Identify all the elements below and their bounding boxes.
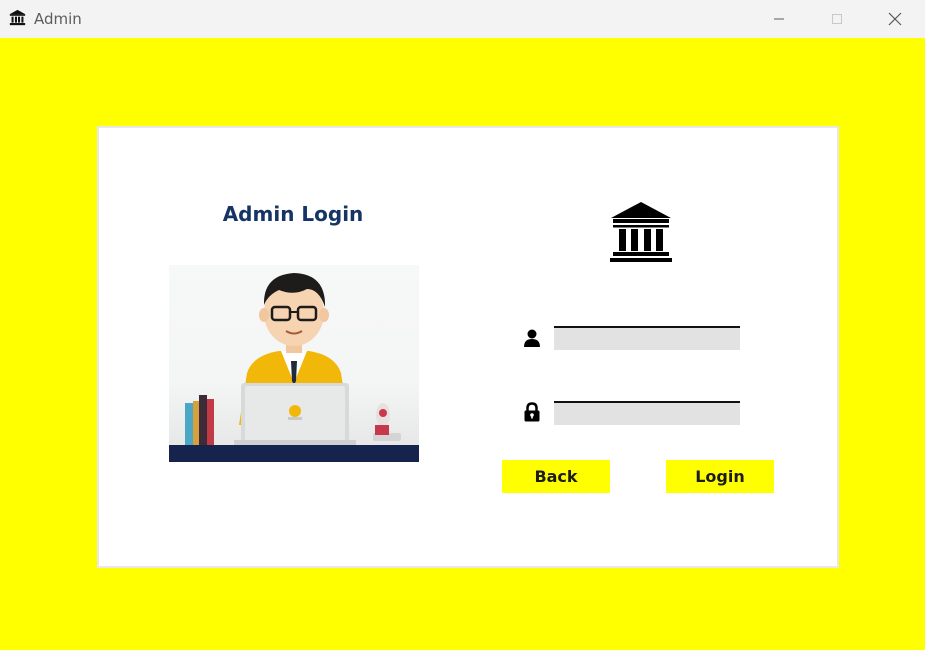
admin-at-laptop-illustration: [169, 265, 419, 462]
window-title: Admin: [34, 10, 82, 28]
bank-icon: [9, 9, 26, 26]
window-content: Admin Login Back Login: [0, 38, 925, 650]
password-field[interactable]: [554, 401, 740, 425]
username-field[interactable]: [554, 326, 740, 350]
minimize-icon: [774, 18, 784, 20]
page-title: Admin Login: [222, 202, 364, 226]
back-button[interactable]: Back: [502, 460, 610, 493]
minimize-button[interactable]: [756, 0, 802, 38]
maximize-button[interactable]: [814, 0, 860, 38]
lock-icon: [524, 402, 540, 422]
login-button[interactable]: Login: [666, 460, 774, 493]
maximize-icon: [832, 14, 842, 24]
close-icon: [888, 12, 902, 26]
title-bar: Admin: [0, 0, 925, 38]
bank-icon: [610, 202, 672, 262]
user-icon: [524, 329, 540, 347]
close-button[interactable]: [872, 0, 918, 38]
login-card: Admin Login Back Login: [97, 126, 839, 568]
